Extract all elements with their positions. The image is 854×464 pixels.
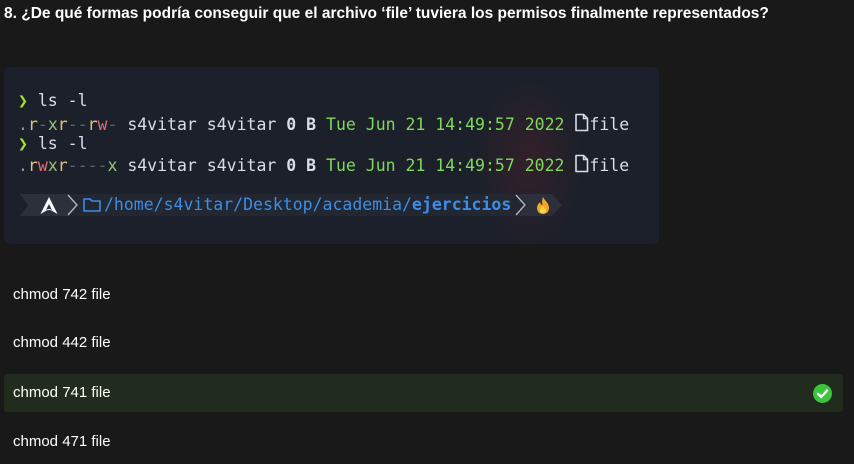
owner-group: s4vitar bbox=[206, 115, 277, 134]
permissions: .rwxr----x bbox=[18, 156, 118, 175]
command-text: ls -l bbox=[37, 134, 88, 153]
terminal-command-line-2: ❯ ls -l bbox=[18, 134, 88, 154]
prompt-symbol: ❯ bbox=[18, 91, 28, 110]
owner-user: s4vitar bbox=[127, 115, 197, 134]
answer-option[interactable]: chmod 442 file bbox=[4, 324, 843, 362]
file-name: file bbox=[589, 115, 630, 134]
command-text: ls -l bbox=[37, 91, 88, 110]
answer-option-correct[interactable]: chmod 741 file bbox=[4, 374, 843, 412]
file-size: 0 B bbox=[286, 156, 317, 175]
terminal-screenshot: ❯ ls -l .r-xr--rw- s4vitar s4vitar 0 B T… bbox=[4, 67, 659, 244]
answer-option-label: chmod 471 file bbox=[13, 433, 111, 450]
answer-option-label: chmod 742 file bbox=[13, 286, 111, 303]
file-icon bbox=[574, 154, 589, 178]
path-prefix: /home/s4vitar/Desktop/academia/ bbox=[104, 195, 412, 214]
modified-date: Tue Jun 21 14:49:57 2022 bbox=[326, 115, 565, 134]
terminal-listing-row-2: .rwxr----x s4vitar s4vitar 0 B Tue Jun 2… bbox=[18, 154, 630, 175]
answer-option[interactable]: chmod 742 file bbox=[4, 276, 843, 314]
answer-option[interactable]: chmod 471 file bbox=[4, 423, 843, 461]
owner-user: s4vitar bbox=[127, 156, 197, 175]
path-current-dir: ejercicios bbox=[411, 195, 512, 214]
terminal-command-line-1: ❯ ls -l bbox=[18, 91, 88, 111]
answer-option-label: chmod 442 file bbox=[13, 334, 111, 351]
folder-icon bbox=[83, 197, 101, 218]
terminal-listing-row-1: .r-xr--rw- s4vitar s4vitar 0 B Tue Jun 2… bbox=[18, 113, 630, 134]
file-icon bbox=[574, 113, 589, 137]
permissions: .r-xr--rw- bbox=[18, 115, 118, 134]
current-path: /home/s4vitar/Desktop/academia/ejercicio… bbox=[104, 194, 511, 216]
fire-icon bbox=[536, 197, 550, 219]
prompt-symbol: ❯ bbox=[18, 134, 28, 153]
file-size: 0 B bbox=[286, 115, 317, 134]
question-title: 8. ¿De qué formas podría conseguir que e… bbox=[4, 5, 769, 22]
prompt-path-bar: /home/s4vitar/Desktop/academia/ejercicio… bbox=[20, 194, 565, 216]
owner-group: s4vitar bbox=[206, 156, 277, 175]
file-name: file bbox=[589, 156, 630, 175]
modified-date: Tue Jun 21 14:49:57 2022 bbox=[326, 156, 565, 175]
check-icon bbox=[813, 384, 832, 403]
answer-option-label: chmod 741 file bbox=[13, 384, 111, 401]
arch-logo-icon bbox=[40, 197, 58, 219]
